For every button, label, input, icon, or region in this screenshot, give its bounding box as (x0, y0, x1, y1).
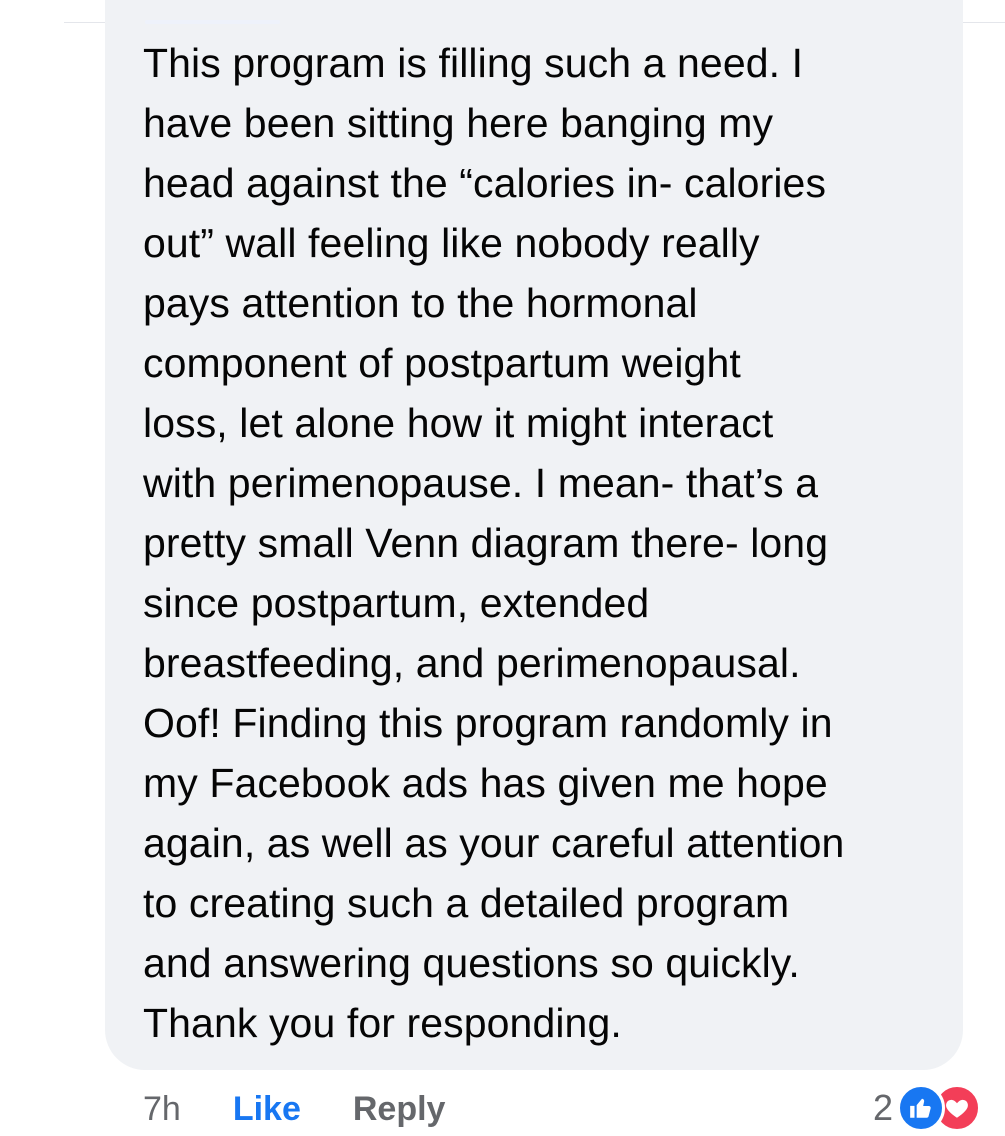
comment-bubble-top-accent (145, 20, 280, 24)
thumbs-up-icon (897, 1084, 945, 1132)
reactions-summary[interactable]: 2 (873, 1080, 981, 1136)
reply-button[interactable]: Reply (353, 1090, 446, 1129)
comment-text: This program is filling such a need. I h… (143, 40, 845, 1046)
comment-actions: 7h Like Reply (143, 1085, 445, 1133)
reaction-count: 2 (872, 1087, 893, 1128)
comment-timestamp[interactable]: 7h (143, 1090, 181, 1129)
like-button[interactable]: Like (233, 1090, 301, 1129)
